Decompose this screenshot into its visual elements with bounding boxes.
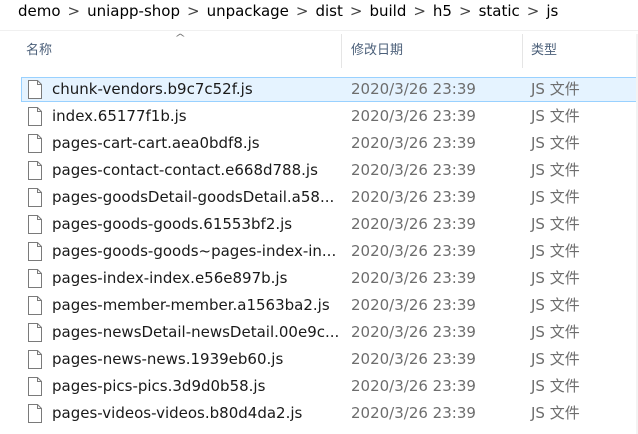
file-icon	[28, 188, 42, 207]
file-type: JS 文件	[531, 377, 580, 395]
breadcrumb-item[interactable]: h5	[429, 1, 456, 21]
file-modified-date: 2020/3/26 23:39	[351, 350, 476, 368]
file-name[interactable]: pages-videos-videos.b80d4da2.js	[52, 403, 302, 423]
file-type: JS 文件	[531, 188, 580, 206]
chevron-right-icon[interactable]: >	[293, 1, 312, 21]
sort-up-icon: ^	[174, 33, 187, 44]
file-type: JS 文件	[531, 134, 580, 152]
column-divider[interactable]	[341, 34, 342, 68]
file-type: JS 文件	[531, 404, 580, 422]
file-name[interactable]: pages-newsDetail-newsDetail.00e9c...	[52, 322, 339, 342]
file-row[interactable]: pages-news-news.1939eb60.js 2020/3/26 23:…	[0, 346, 638, 373]
file-row[interactable]: pages-goodsDetail-goodsDetail.a58... 2020…	[0, 184, 638, 211]
file-icon	[28, 107, 42, 126]
column-header-name[interactable]: 名称	[26, 34, 52, 68]
file-icon	[28, 377, 42, 396]
file-icon	[28, 323, 42, 342]
chevron-right-icon[interactable]: >	[184, 1, 203, 21]
file-icon	[28, 269, 42, 288]
file-icon	[28, 296, 42, 315]
file-modified-date: 2020/3/26 23:39	[351, 107, 476, 125]
file-type: JS 文件	[531, 350, 580, 368]
file-type: JS 文件	[531, 80, 580, 98]
file-modified-date: 2020/3/26 23:39	[351, 188, 476, 206]
file-modified-date: 2020/3/26 23:39	[351, 404, 476, 422]
file-row[interactable]: pages-goods-goods~pages-index-in... 2020/…	[0, 238, 638, 265]
file-row[interactable]: pages-member-member.a1563ba2.js 2020/3/26…	[0, 292, 638, 319]
file-type: JS 文件	[531, 161, 580, 179]
file-name[interactable]: pages-index-index.e56e897b.js	[52, 268, 287, 288]
breadcrumb-item[interactable]: build	[365, 1, 410, 21]
breadcrumb-item[interactable]: uniapp-shop	[83, 1, 184, 21]
chevron-right-icon[interactable]: >	[410, 1, 429, 21]
file-row[interactable]: pages-videos-videos.b80d4da2.js 2020/3/26…	[0, 400, 638, 427]
file-icon	[28, 134, 42, 153]
breadcrumb: demo > uniapp-shop > unpackage > dist > build > h5…	[0, 0, 638, 22]
file-type: JS 文件	[531, 269, 580, 287]
file-type: JS 文件	[531, 242, 580, 260]
file-modified-date: 2020/3/26 23:39	[351, 296, 476, 314]
file-row[interactable]: pages-goods-goods.61553bf2.js 2020/3/26 2…	[0, 211, 638, 238]
breadcrumb-item[interactable]: static	[475, 1, 524, 21]
file-icon	[28, 215, 42, 234]
file-name[interactable]: pages-news-news.1939eb60.js	[52, 349, 283, 369]
file-icon	[28, 80, 42, 99]
breadcrumb-item[interactable]: js	[542, 1, 562, 21]
chevron-right-icon[interactable]: >	[456, 1, 475, 21]
file-name[interactable]: pages-cart-cart.aea0bdf8.js	[52, 133, 260, 153]
file-type: JS 文件	[531, 215, 580, 233]
file-list: chunk-vendors.b9c7c52f.js 2020/3/26 23:39…	[0, 76, 638, 427]
column-header-type[interactable]: 类型	[531, 34, 557, 68]
file-modified-date: 2020/3/26 23:39	[351, 215, 476, 233]
file-modified-date: 2020/3/26 23:39	[351, 377, 476, 395]
file-icon	[28, 161, 42, 180]
file-icon	[28, 350, 42, 369]
chevron-right-icon[interactable]: >	[65, 1, 84, 21]
breadcrumb-item[interactable]: demo	[0, 1, 65, 21]
file-row[interactable]: index.65177f1b.js 2020/3/26 23:39 JS 文件	[0, 103, 638, 130]
file-name[interactable]: pages-goodsDetail-goodsDetail.a58...	[52, 187, 334, 207]
file-modified-date: 2020/3/26 23:39	[351, 161, 476, 179]
file-modified-date: 2020/3/26 23:39	[351, 269, 476, 287]
file-icon	[28, 242, 42, 261]
file-row[interactable]: chunk-vendors.b9c7c52f.js 2020/3/26 23:39…	[0, 76, 638, 103]
breadcrumb-item[interactable]: unpackage	[203, 1, 293, 21]
file-row[interactable]: pages-newsDetail-newsDetail.00e9c... 2020…	[0, 319, 638, 346]
column-header-date[interactable]: 修改日期	[351, 34, 403, 68]
toolbar-divider	[0, 30, 638, 31]
breadcrumb-item[interactable]: dist	[311, 1, 346, 21]
file-row[interactable]: pages-cart-cart.aea0bdf8.js 2020/3/26 23:…	[0, 130, 638, 157]
file-type: JS 文件	[531, 296, 580, 314]
file-row[interactable]: pages-pics-pics.3d9d0b58.js 2020/3/26 23:…	[0, 373, 638, 400]
file-modified-date: 2020/3/26 23:39	[351, 323, 476, 341]
chevron-right-icon[interactable]: >	[347, 1, 366, 21]
chevron-right-icon[interactable]: >	[524, 1, 543, 21]
file-name[interactable]: pages-contact-contact.e668d788.js	[52, 160, 318, 180]
file-name[interactable]: pages-goods-goods~pages-index-in...	[52, 241, 336, 261]
file-type: JS 文件	[531, 323, 580, 341]
file-name[interactable]: pages-goods-goods.61553bf2.js	[52, 214, 292, 234]
file-modified-date: 2020/3/26 23:39	[351, 80, 476, 98]
file-modified-date: 2020/3/26 23:39	[351, 134, 476, 152]
file-row[interactable]: pages-contact-contact.e668d788.js 2020/3/…	[0, 157, 638, 184]
file-name[interactable]: pages-pics-pics.3d9d0b58.js	[52, 376, 265, 396]
file-modified-date: 2020/3/26 23:39	[351, 242, 476, 260]
file-row[interactable]: pages-index-index.e56e897b.js 2020/3/26 2…	[0, 265, 638, 292]
file-type: JS 文件	[531, 107, 580, 125]
file-icon	[28, 404, 42, 423]
file-name[interactable]: index.65177f1b.js	[52, 106, 187, 126]
file-name[interactable]: chunk-vendors.b9c7c52f.js	[52, 79, 253, 99]
column-divider[interactable]	[522, 34, 523, 68]
file-name[interactable]: pages-member-member.a1563ba2.js	[52, 295, 330, 315]
